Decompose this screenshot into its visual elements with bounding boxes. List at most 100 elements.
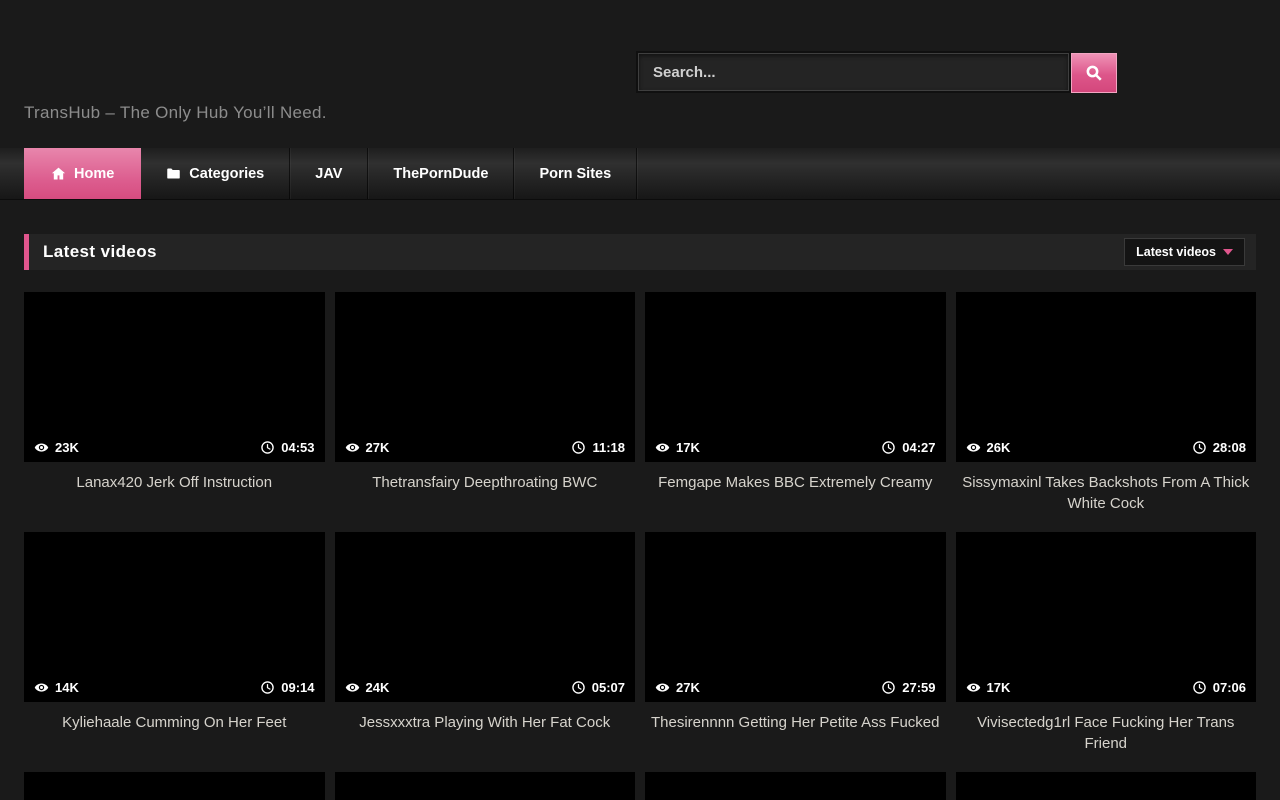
video-card[interactable]: 24K 05:07 Jessxxxtra Playing With Her Fa… xyxy=(335,532,636,762)
duration-stat: 07:06 xyxy=(1192,680,1246,695)
video-card[interactable] xyxy=(956,772,1257,800)
video-stats-bar: 14K 09:14 xyxy=(24,672,325,702)
views-stat: 27K xyxy=(655,680,700,695)
duration-stat: 09:14 xyxy=(260,680,314,695)
duration-value: 27:59 xyxy=(902,680,935,695)
folder-icon xyxy=(166,166,181,181)
video-stats-bar: 24K 05:07 xyxy=(335,672,636,702)
nav-tab-label: ThePornDude xyxy=(393,166,488,182)
video-thumbnail: 17K 04:27 xyxy=(645,292,946,462)
nav-tab-porn-sites[interactable]: Porn Sites xyxy=(514,148,637,199)
nav-tab-jav[interactable]: JAV xyxy=(290,148,368,199)
views-stat: 14K xyxy=(34,680,79,695)
video-title: Vivisectedg1rl Face Fucking Her Trans Fr… xyxy=(956,702,1257,754)
duration-value: 09:14 xyxy=(281,680,314,695)
clock-icon xyxy=(1192,680,1207,695)
video-thumbnail: 26K 28:08 xyxy=(956,292,1257,462)
views-count: 26K xyxy=(987,440,1011,455)
section-title: Latest videos xyxy=(43,242,157,262)
video-thumbnail: 27K 11:18 xyxy=(335,292,636,462)
video-thumbnail xyxy=(335,772,636,800)
page-header: TransHub – The Only Hub You’ll Need. xyxy=(0,0,1280,148)
eye-icon xyxy=(655,440,670,455)
views-stat: 26K xyxy=(966,440,1011,455)
duration-stat: 11:18 xyxy=(571,440,625,455)
nav-tab-label: Categories xyxy=(189,166,264,182)
video-thumbnail xyxy=(24,772,325,800)
site-tagline: TransHub – The Only Hub You’ll Need. xyxy=(24,103,327,123)
duration-value: 04:53 xyxy=(281,440,314,455)
eye-icon xyxy=(966,440,981,455)
clock-icon xyxy=(260,440,275,455)
views-stat: 27K xyxy=(345,440,390,455)
video-title: Jessxxxtra Playing With Her Fat Cock xyxy=(335,702,636,733)
nav-tab-label: JAV xyxy=(315,166,342,182)
search-input[interactable] xyxy=(638,53,1069,91)
video-stats-bar: 27K 11:18 xyxy=(335,432,636,462)
eye-icon xyxy=(966,680,981,695)
duration-stat: 04:27 xyxy=(881,440,935,455)
video-title: Kyliehaale Cumming On Her Feet xyxy=(24,702,325,733)
video-thumbnail: 24K 05:07 xyxy=(335,532,636,702)
clock-icon xyxy=(571,440,586,455)
video-stats-bar: 17K 04:27 xyxy=(645,432,946,462)
views-count: 23K xyxy=(55,440,79,455)
video-stats-bar: 23K 04:53 xyxy=(24,432,325,462)
video-card[interactable] xyxy=(24,772,325,800)
duration-value: 05:07 xyxy=(592,680,625,695)
video-thumbnail: 17K 07:06 xyxy=(956,532,1257,702)
views-stat: 23K xyxy=(34,440,79,455)
sort-dropdown-button[interactable]: Latest videos xyxy=(1124,238,1245,266)
video-card[interactable]: 27K 11:18 Thetransfairy Deepthroating BW… xyxy=(335,292,636,522)
magnifier-icon xyxy=(1085,64,1103,82)
nav-tab-theporndude[interactable]: ThePornDude xyxy=(368,148,514,199)
views-count: 14K xyxy=(55,680,79,695)
duration-value: 07:06 xyxy=(1213,680,1246,695)
nav-tab-categories[interactable]: Categories xyxy=(141,148,290,199)
duration-stat: 05:07 xyxy=(571,680,625,695)
video-title: Thesirennnn Getting Her Petite Ass Fucke… xyxy=(645,702,946,733)
home-icon xyxy=(51,166,66,181)
views-count: 24K xyxy=(366,680,390,695)
eye-icon xyxy=(345,440,360,455)
video-stats-bar: 26K 28:08 xyxy=(956,432,1257,462)
video-card[interactable] xyxy=(645,772,946,800)
video-title: Lanax420 Jerk Off Instruction xyxy=(24,462,325,493)
clock-icon xyxy=(1192,440,1207,455)
duration-value: 11:18 xyxy=(592,440,625,455)
nav-tab-label: Home xyxy=(74,166,114,182)
video-card[interactable]: 17K 07:06 Vivisectedg1rl Face Fucking He… xyxy=(956,532,1257,762)
nav-tab-label: Porn Sites xyxy=(539,166,611,182)
eye-icon xyxy=(34,440,49,455)
video-card[interactable]: 23K 04:53 Lanax420 Jerk Off Instruction xyxy=(24,292,325,522)
main-navigation: Home Categories JAV ThePornDude Porn Sit… xyxy=(0,148,1280,200)
video-stats-bar: 27K 27:59 xyxy=(645,672,946,702)
video-card[interactable]: 27K 27:59 Thesirennnn Getting Her Petite… xyxy=(645,532,946,762)
eye-icon xyxy=(345,680,360,695)
clock-icon xyxy=(881,440,896,455)
duration-stat: 27:59 xyxy=(881,680,935,695)
search-button[interactable] xyxy=(1071,53,1117,93)
duration-value: 28:08 xyxy=(1213,440,1246,455)
duration-stat: 28:08 xyxy=(1192,440,1246,455)
views-stat: 24K xyxy=(345,680,390,695)
clock-icon xyxy=(260,680,275,695)
caret-down-icon xyxy=(1223,249,1233,255)
clock-icon xyxy=(881,680,896,695)
video-grid: 23K 04:53 Lanax420 Jerk Off Instruction xyxy=(24,292,1256,800)
views-count: 17K xyxy=(987,680,1011,695)
clock-icon xyxy=(571,680,586,695)
video-card[interactable]: 26K 28:08 Sissymaxinl Takes Backshots Fr… xyxy=(956,292,1257,522)
nav-tab-home[interactable]: Home xyxy=(24,148,141,199)
eye-icon xyxy=(655,680,670,695)
video-stats-bar: 17K 07:06 xyxy=(956,672,1257,702)
video-card[interactable]: 17K 04:27 Femgape Makes BBC Extremely Cr… xyxy=(645,292,946,522)
video-card[interactable]: 14K 09:14 Kyliehaale Cumming On Her Feet xyxy=(24,532,325,762)
video-thumbnail: 14K 09:14 xyxy=(24,532,325,702)
sort-dropdown-label: Latest videos xyxy=(1136,245,1216,259)
video-card[interactable] xyxy=(335,772,636,800)
eye-icon xyxy=(34,680,49,695)
views-stat: 17K xyxy=(655,440,700,455)
video-thumbnail: 27K 27:59 xyxy=(645,532,946,702)
views-count: 27K xyxy=(676,680,700,695)
